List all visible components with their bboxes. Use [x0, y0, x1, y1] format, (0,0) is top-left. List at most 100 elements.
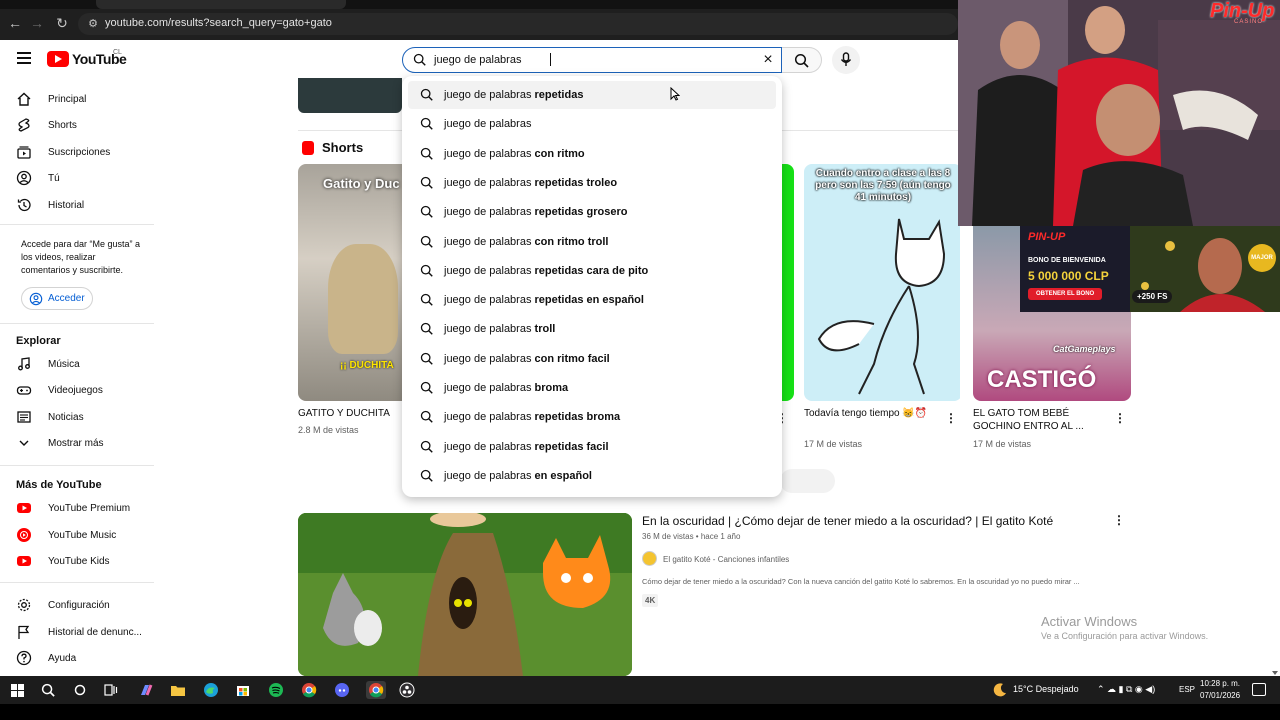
- casino-ad-banner[interactable]: PIN-UP BONO DE BIENVENIDA 5 000 000 CLP …: [1020, 226, 1280, 312]
- sidebar-item-configuracion[interactable]: Configuración: [16, 594, 154, 616]
- channel-avatar[interactable]: [642, 551, 657, 566]
- search-suggestion-item[interactable]: juego de palabras: [408, 110, 776, 138]
- sidebar-item-suscripciones[interactable]: Suscripciones: [16, 141, 154, 163]
- search-suggestion-item[interactable]: juego de palabras repetidas cara de pito: [408, 257, 776, 285]
- channel-name[interactable]: El gatito Koté - Canciones infantiles: [663, 555, 789, 564]
- load-more-chip[interactable]: [780, 469, 835, 493]
- sidebar-item-youtube-premium[interactable]: YouTube Premium: [16, 497, 154, 519]
- more-options-icon[interactable]: ⋮: [1113, 514, 1125, 526]
- active-tab[interactable]: [96, 0, 346, 9]
- suggestion-suffix: en español: [534, 469, 592, 482]
- youtube-play-icon: [47, 51, 69, 67]
- sidebar-item-historial[interactable]: Historial: [16, 194, 154, 216]
- weather-text[interactable]: 15°C Despejado: [1013, 684, 1079, 694]
- back-icon[interactable]: ←: [6, 14, 24, 32]
- search-query-text[interactable]: juego de palabras: [434, 54, 521, 66]
- language-indicator[interactable]: ESP: [1179, 685, 1195, 694]
- video-thumbnail[interactable]: [298, 513, 632, 676]
- search-suggestion-item[interactable]: juego de palabras repetidas en español: [408, 286, 776, 314]
- sidebar-item-principal[interactable]: Principal: [16, 88, 154, 110]
- address-bar[interactable]: ⚙ youtube.com/results?search_query=gato+…: [78, 13, 958, 35]
- search-suggestion-item[interactable]: juego de palabras troll: [408, 315, 776, 343]
- short-title[interactable]: Todavía tengo tiempo 😸⏰: [804, 407, 929, 420]
- sidebar-item-shorts[interactable]: Shorts: [16, 114, 154, 136]
- sidebar-item-youtube-kids[interactable]: YouTube Kids: [16, 550, 154, 572]
- sidebar-item-ayuda[interactable]: Ayuda: [16, 647, 154, 669]
- forward-icon[interactable]: →: [28, 14, 46, 32]
- reload-icon[interactable]: ↻: [53, 14, 71, 32]
- sidebar-item-mostrar-mas[interactable]: Mostrar más: [16, 432, 154, 454]
- url-text[interactable]: youtube.com/results?search_query=gato+ga…: [105, 17, 332, 29]
- shorts-heading: Shorts: [322, 140, 364, 155]
- search-suggestion-item[interactable]: juego de palabras repetidas grosero: [408, 198, 776, 226]
- suggestion-suffix: con ritmo troll: [534, 235, 609, 248]
- video-thumbnail[interactable]: [298, 78, 402, 113]
- discord-icon[interactable]: [333, 681, 351, 699]
- search-suggestion-item[interactable]: juego de palabras con ritmo facil: [408, 345, 776, 373]
- sidebar-item-musica[interactable]: Música: [16, 353, 154, 375]
- search-suggestion-item[interactable]: juego de palabras repetidas broma: [408, 403, 776, 431]
- sidebar-item-tu[interactable]: Tú: [16, 167, 154, 189]
- suggestion-suffix: repetidas troleo: [534, 176, 618, 189]
- sidebar-item-videojuegos[interactable]: Videojuegos: [16, 379, 154, 401]
- sidebar-item-label: Noticias: [48, 411, 84, 423]
- brand-sub-text: CASINO: [1234, 19, 1264, 25]
- suggestion-prefix: juego de palabras: [444, 89, 532, 101]
- search-icon: [420, 469, 433, 482]
- short-thumbnail[interactable]: Cuando entro a clase a las 8 pero son la…: [804, 164, 960, 401]
- microsoft-store-icon[interactable]: [234, 681, 252, 699]
- more-options-icon[interactable]: ⋮: [945, 412, 957, 424]
- search-icon: [420, 381, 433, 394]
- search-suggestion-item[interactable]: juego de palabras en español: [408, 462, 776, 490]
- search-icon[interactable]: [39, 681, 57, 699]
- system-clock[interactable]: 10:28 p. m. 07/01/2026: [1200, 678, 1240, 702]
- cortana-icon[interactable]: [71, 681, 89, 699]
- chrome-active-icon[interactable]: [366, 681, 386, 699]
- activation-subtitle: Ve a Configuración para activar Windows.: [1041, 631, 1209, 641]
- chrome-icon[interactable]: [300, 681, 318, 699]
- voice-search-button[interactable]: [832, 46, 860, 74]
- copilot-icon[interactable]: [137, 681, 155, 699]
- search-suggestion-item[interactable]: juego de palabras repetidas: [408, 81, 776, 109]
- search-input[interactable]: juego de palabras ×: [402, 47, 782, 73]
- ad-amount: 5 000 000 CLP: [1028, 269, 1109, 283]
- site-info-icon[interactable]: ⚙: [86, 17, 100, 31]
- search-suggestion-item[interactable]: juego de palabras con ritmo troll: [408, 228, 776, 256]
- notifications-icon[interactable]: [1252, 683, 1266, 696]
- short-views: 17 M de vistas: [973, 439, 1032, 449]
- search-suggestion-item[interactable]: juego de palabras repetidas troleo: [408, 169, 776, 197]
- search-icon: [420, 235, 433, 248]
- search-suggestion-item[interactable]: juego de palabras con ritmo: [408, 140, 776, 168]
- sidebar-item-youtube-music[interactable]: YouTube Music: [16, 524, 154, 546]
- windows-start-icon[interactable]: [8, 681, 26, 699]
- task-view-icon[interactable]: [102, 681, 120, 699]
- short-title[interactable]: GATITO Y DUCHITA: [298, 407, 390, 420]
- short-title[interactable]: EL GATO TOM BEBÉ GOCHINO ENTRO AL ...: [973, 407, 1098, 433]
- music-icon: [18, 357, 30, 371]
- search-suggestion-item[interactable]: juego de palabras broma: [408, 374, 776, 402]
- ad-cta-button[interactable]: OBTENER EL BONO: [1028, 288, 1103, 300]
- signin-button[interactable]: Acceder: [21, 287, 93, 310]
- suggestion-text: juego de palabras con ritmo: [444, 148, 585, 160]
- menu-icon[interactable]: [17, 52, 31, 64]
- search-suggestion-item[interactable]: juego de palabras repetidas facil: [408, 433, 776, 461]
- short-thumbnail[interactable]: [782, 164, 794, 401]
- file-explorer-icon[interactable]: [169, 681, 187, 699]
- sidebar-item-historial-denuncias[interactable]: Historial de denunc...: [16, 621, 154, 643]
- scrollbar-down-arrow[interactable]: [1271, 664, 1279, 675]
- suggestion-text: juego de palabras: [444, 118, 531, 130]
- weather-moon-icon[interactable]: [992, 682, 1008, 698]
- more-options-icon[interactable]: ⋮: [1114, 412, 1126, 424]
- video-title[interactable]: En la oscuridad | ¿Cómo dejar de tener m…: [642, 514, 1053, 528]
- edge-browser-icon[interactable]: [202, 681, 220, 699]
- forest-cartoon-illustration: [298, 513, 632, 676]
- search-button[interactable]: [782, 47, 822, 73]
- system-tray-icons[interactable]: ⌃ ☁ ▮ ⧉ ◉ ◀): [1097, 684, 1155, 695]
- suggestion-text: juego de palabras repetidas broma: [444, 411, 620, 423]
- sidebar-item-label: Mostrar más: [48, 437, 104, 449]
- youtube-premium-icon: [17, 503, 31, 513]
- spotify-icon[interactable]: [267, 681, 285, 699]
- obs-studio-icon[interactable]: [398, 681, 416, 699]
- sidebar-item-noticias[interactable]: Noticias: [16, 406, 154, 428]
- clear-search-icon[interactable]: ×: [760, 52, 776, 68]
